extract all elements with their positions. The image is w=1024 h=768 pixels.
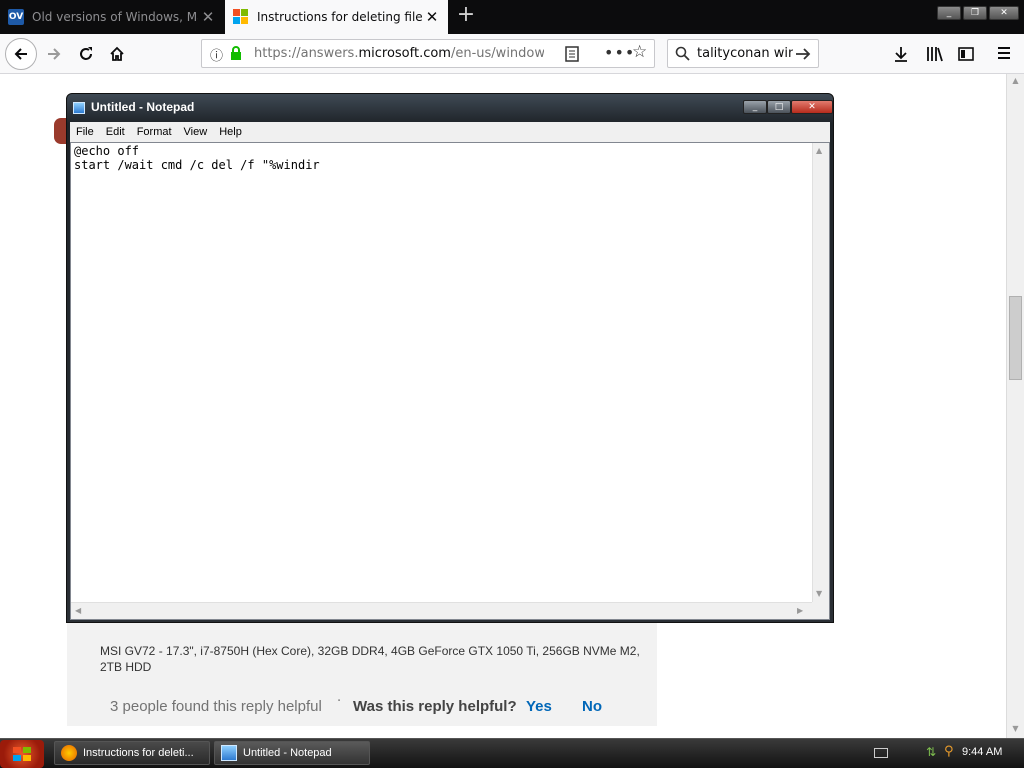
firefox-icon: [61, 745, 77, 761]
helpful-question: Was this reply helpful?: [353, 698, 517, 715]
notepad-maximize-button[interactable]: □: [767, 100, 791, 114]
resize-grip-icon[interactable]: [812, 602, 829, 619]
reader-icon[interactable]: [565, 46, 579, 62]
scroll-left-icon[interactable]: ◀: [75, 606, 81, 615]
menu-file[interactable]: File: [70, 126, 100, 138]
signature-specs: MSI GV72 - 17.3", i7-8750H (Hex Core), 3…: [100, 644, 640, 674]
scrollbar-thumb[interactable]: [1009, 296, 1022, 380]
notepad-window[interactable]: Untitled - Notepad _ □ ✕ File Edit Forma…: [66, 93, 834, 623]
helpful-count: 3 people found this reply helpful: [110, 698, 322, 715]
notepad-close-button[interactable]: ✕: [791, 100, 833, 114]
minimize-button[interactable]: _: [937, 6, 961, 20]
forward-icon: [48, 48, 61, 60]
page-scrollbar[interactable]: ▲ ▼: [1006, 74, 1024, 738]
tab-label: Instructions for deleting files, using: [257, 10, 422, 24]
new-tab-button[interactable]: +: [454, 4, 478, 28]
ov-icon: OV: [8, 9, 24, 25]
notepad-menubar: File Edit Format View Help: [70, 122, 830, 142]
tab-instructions[interactable]: Instructions for deleting files, using ✕: [225, 0, 448, 34]
search-tray-icon[interactable]: ⚲: [944, 744, 954, 759]
yes-link[interactable]: Yes: [526, 698, 552, 715]
tab-label: Old versions of Windows, Mac and: [32, 10, 198, 24]
more-icon[interactable]: •••: [604, 43, 635, 62]
url-text: https://answers.microsoft.com/en-us/wind…: [254, 46, 544, 61]
start-button[interactable]: [0, 740, 44, 768]
microsoft-icon: [233, 9, 249, 25]
navigation-toolbar: ⓘ https://answers.microsoft.com/en-us/wi…: [0, 34, 1024, 74]
menu-help[interactable]: Help: [213, 126, 248, 138]
reload-button[interactable]: [72, 40, 100, 68]
maximize-button[interactable]: ❐: [963, 6, 987, 20]
notepad-vertical-scrollbar[interactable]: ▲ ▼: [812, 143, 829, 603]
download-icon[interactable]: [893, 46, 909, 62]
network-icon[interactable]: ⇅: [926, 745, 936, 759]
close-button[interactable]: ✕: [989, 6, 1019, 20]
info-icon[interactable]: ⓘ: [210, 45, 223, 64]
url-bar[interactable]: ⓘ https://answers.microsoft.com/en-us/wi…: [201, 39, 655, 68]
notepad-text-area[interactable]: @echo off start /wait cmd /c del /f "%wi…: [70, 142, 830, 620]
notepad-title: Untitled - Notepad: [91, 100, 195, 114]
taskbar-item-firefox[interactable]: Instructions for deleti...: [54, 741, 210, 765]
forward-button[interactable]: [40, 40, 68, 68]
tab-strip: OV Old versions of Windows, Mac and ✕ In…: [0, 0, 1024, 34]
home-button[interactable]: [103, 40, 131, 68]
notepad-icon: [73, 102, 85, 114]
scroll-right-icon[interactable]: ▶: [797, 606, 803, 615]
menu-view[interactable]: View: [178, 126, 214, 138]
back-button[interactable]: [5, 38, 37, 70]
no-link[interactable]: No: [582, 698, 602, 715]
home-icon: [110, 46, 124, 61]
close-tab-icon[interactable]: ✕: [422, 8, 442, 26]
scroll-down-icon[interactable]: ▼: [816, 589, 822, 598]
back-icon: [14, 48, 27, 60]
taskbar-item-notepad[interactable]: Untitled - Notepad: [214, 741, 370, 765]
taskbar-item-label: Untitled - Notepad: [243, 747, 332, 759]
reload-icon: [80, 47, 92, 60]
library-icon[interactable]: [926, 46, 943, 62]
keyboard-icon[interactable]: [874, 748, 888, 758]
search-bar[interactable]: talityconan wins: [667, 39, 819, 68]
scroll-up-icon[interactable]: ▲: [816, 146, 822, 155]
menu-edit[interactable]: Edit: [100, 126, 131, 138]
notepad-icon: [221, 745, 237, 761]
taskbar-item-label: Instructions for deleti...: [83, 747, 194, 759]
tab-old-versions[interactable]: OV Old versions of Windows, Mac and ✕: [0, 0, 224, 34]
menu-format[interactable]: Format: [131, 126, 178, 138]
sidebar-icon[interactable]: [958, 46, 974, 62]
close-tab-icon[interactable]: ✕: [198, 8, 218, 26]
scroll-up-icon[interactable]: ▲: [1009, 76, 1022, 85]
notepad-text[interactable]: @echo off start /wait cmd /c del /f "%wi…: [74, 144, 320, 172]
menu-icon[interactable]: [997, 46, 1011, 60]
search-input[interactable]: talityconan wins: [697, 46, 793, 61]
windows-logo-icon: [13, 747, 31, 761]
taskbar: Instructions for deleti... Untitled - No…: [0, 738, 1024, 768]
clock[interactable]: 9:44 AM: [962, 746, 1002, 758]
lock-icon: [231, 46, 241, 60]
scroll-down-icon[interactable]: ▼: [1009, 724, 1022, 733]
bookmark-star-icon[interactable]: ☆: [632, 42, 647, 62]
go-arrow-icon[interactable]: [795, 47, 811, 61]
separator: ·: [337, 694, 342, 709]
search-icon: [675, 46, 690, 61]
notepad-horizontal-scrollbar[interactable]: ◀ ▶: [71, 602, 812, 619]
notepad-minimize-button[interactable]: _: [743, 100, 767, 114]
